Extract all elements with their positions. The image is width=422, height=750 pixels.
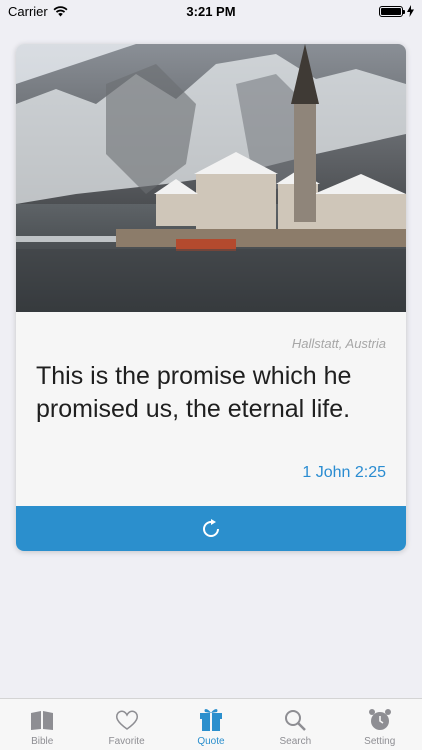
- tab-bible[interactable]: Bible: [7, 707, 77, 747]
- tab-label: Bible: [31, 736, 54, 747]
- status-bar: Carrier 3:21 PM: [0, 0, 422, 22]
- verse-reference[interactable]: 1 John 2:25: [302, 464, 386, 482]
- alarm-clock-icon: [368, 709, 391, 730]
- tab-label: Favorite: [108, 736, 145, 747]
- photo-location: Hallstatt, Austria: [291, 336, 386, 351]
- tab-label: Setting: [364, 736, 396, 747]
- gift-icon: [199, 709, 222, 731]
- quote-text: This is the promise which he promised us…: [36, 362, 352, 423]
- book-icon: [31, 711, 54, 730]
- tab-bar: Bible Favorite Quote Search Setting: [0, 698, 422, 750]
- carrier-label: Carrier: [8, 3, 48, 19]
- refresh-button[interactable]: [16, 506, 406, 551]
- tab-setting[interactable]: Setting: [345, 707, 415, 747]
- status-left: Carrier: [8, 4, 68, 19]
- search-icon: [285, 710, 307, 731]
- refresh-icon: [203, 518, 219, 537]
- tab-quote[interactable]: Quote: [176, 707, 246, 747]
- status-right: [379, 5, 414, 17]
- charging-bolt-icon: [407, 5, 414, 17]
- tab-search[interactable]: Search: [260, 707, 330, 747]
- wifi-icon: [53, 5, 68, 16]
- quote-card: Hallstatt, Austria This is the promise w…: [16, 44, 406, 551]
- landscape-photo: [16, 44, 406, 312]
- tab-label: Search: [279, 736, 312, 747]
- battery-icon: [379, 5, 405, 17]
- tab-favorite[interactable]: Favorite: [92, 707, 162, 747]
- heart-icon: [115, 710, 138, 730]
- tab-label: Quote: [197, 736, 225, 747]
